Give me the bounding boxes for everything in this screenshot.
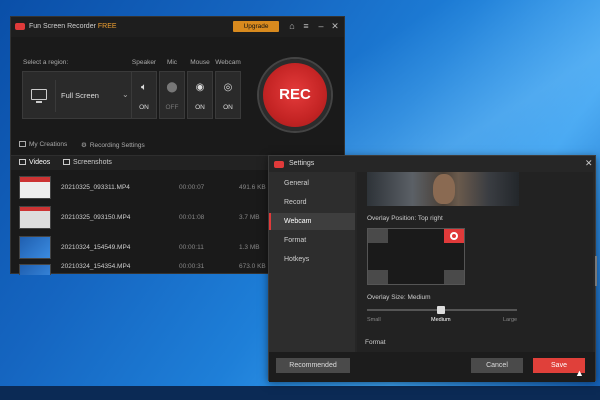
upgrade-button[interactable]: Upgrade: [233, 21, 279, 32]
scrollbar[interactable]: [595, 256, 597, 286]
app-title-suffix: FREE: [97, 23, 117, 30]
webcam-subject: [433, 174, 455, 204]
settings-content: Overlay Position: Top right Overlay Size…: [357, 172, 593, 352]
mic-toggle[interactable]: ⬤ OFF: [159, 71, 185, 119]
file-size: 673.0 KB: [239, 263, 266, 270]
video-thumbnail: [19, 264, 51, 275]
close-icon[interactable]: ✕: [330, 21, 340, 31]
mic-state: OFF: [165, 104, 179, 111]
size-option-medium: Medium: [431, 317, 451, 323]
chevron-down-icon: ⌄: [122, 90, 129, 99]
settings-footer: Recommended Cancel Save: [269, 352, 595, 382]
app-logo-icon: [274, 161, 284, 168]
overlay-size-label: Overlay Size: Medium: [367, 294, 431, 301]
speaker-state: ON: [139, 104, 149, 111]
overlay-position-picker: [367, 228, 465, 285]
file-name: 20210324_154354.MP4: [61, 263, 131, 270]
close-icon[interactable]: ✕: [585, 158, 593, 169]
size-option-small: Small: [367, 317, 381, 323]
image-icon: [63, 159, 70, 165]
record-button[interactable]: REC: [259, 59, 331, 131]
region-selector[interactable]: Full Screen ⌄: [22, 71, 134, 119]
taskbar: [0, 386, 600, 400]
mouse-label: Mouse: [190, 59, 210, 66]
file-name: 20210324_154549.MP4: [61, 244, 131, 251]
video-thumbnail: [19, 206, 51, 229]
title-bar[interactable]: Fun Screen Recorder FREE Upgrade ⌂ ≡ – ✕: [11, 17, 344, 37]
file-size: 3.7 MB: [239, 214, 260, 221]
speaker-label: Speaker: [131, 59, 157, 66]
recording-settings-label: Recording Settings: [89, 142, 145, 149]
screenshots-tab[interactable]: Screenshots: [63, 159, 112, 166]
file-size: 1.3 MB: [239, 244, 260, 251]
nav-item-webcam[interactable]: Webcam: [269, 213, 355, 230]
folder-icon: [19, 141, 26, 147]
speaker-icon: 🔈︎: [141, 82, 147, 93]
file-duration: 00:00:11: [179, 244, 204, 251]
speaker-toggle[interactable]: 🔈︎ ON: [131, 71, 157, 119]
webcam-label: Webcam: [215, 59, 241, 66]
recording-settings-tab[interactable]: ⚙ Recording Settings: [81, 141, 145, 149]
videos-tab[interactable]: Videos: [19, 159, 50, 166]
cancel-button[interactable]: Cancel: [471, 358, 523, 373]
mouse-cursor-icon: ▲: [575, 368, 584, 378]
size-option-large: Large: [503, 317, 518, 323]
file-name: 20210325_093311.MP4: [61, 184, 130, 191]
minimize-icon[interactable]: –: [316, 21, 326, 31]
recommended-button[interactable]: Recommended: [276, 358, 350, 373]
mouse-state: ON: [195, 104, 205, 111]
position-top-left[interactable]: [368, 229, 388, 243]
nav-item-general[interactable]: General: [269, 175, 355, 192]
file-duration: 00:01:08: [179, 214, 205, 221]
mic-label: Mic: [166, 59, 178, 66]
video-thumbnail: [19, 176, 51, 199]
app-title: Fun Screen Recorder FREE: [29, 23, 117, 30]
gear-icon: ⚙: [81, 142, 87, 149]
nav-item-hotkeys[interactable]: Hotkeys: [269, 251, 355, 268]
nav-item-record[interactable]: Record: [269, 194, 355, 211]
mouse-icon: ◉: [195, 82, 205, 93]
webcam-icon: [450, 232, 458, 240]
file-size: 491.6 KB: [239, 184, 266, 191]
mouse-toggle[interactable]: ◉ ON: [187, 71, 213, 119]
my-creations-label: My Creations: [29, 141, 68, 148]
webcam-preview: [367, 172, 519, 206]
webcam-state: ON: [223, 104, 233, 111]
video-icon: [19, 159, 26, 165]
screenshots-label: Screenshots: [73, 159, 112, 166]
format-section-label: Format: [365, 339, 386, 346]
monitor-icon: [31, 89, 47, 103]
webcam-toggle[interactable]: ◎ ON: [215, 71, 241, 119]
file-name: 20210325_093150.MP4: [61, 214, 131, 221]
app-title-text: Fun Screen Recorder: [29, 23, 96, 30]
settings-dialog: Settings ✕ General Record Webcam Format …: [268, 155, 597, 382]
videos-label: Videos: [29, 159, 51, 166]
app-logo-icon: [15, 23, 25, 30]
nav-item-format[interactable]: Format: [269, 232, 355, 249]
file-duration: 00:00:07: [179, 184, 205, 191]
slider-handle[interactable]: [437, 306, 445, 314]
mic-icon: ⬤: [166, 82, 178, 93]
settings-nav: General Record Webcam Format Hotkeys: [269, 172, 355, 352]
menu-icon[interactable]: ≡: [301, 21, 311, 31]
overlay-position-label: Overlay Position: Top right: [367, 215, 443, 222]
region-divider: [55, 80, 56, 112]
file-duration: 00:00:31: [179, 263, 205, 270]
subtabs: My Creations ⚙ Recording Settings: [19, 141, 339, 153]
lock-icon[interactable]: ⌂: [287, 21, 297, 31]
region-label: Select a region:: [23, 59, 69, 66]
position-bottom-left[interactable]: [368, 270, 388, 284]
position-bottom-right[interactable]: [444, 270, 464, 284]
region-value: Full Screen: [61, 91, 99, 100]
position-top-right[interactable]: [444, 229, 464, 243]
settings-title: Settings: [289, 160, 315, 167]
my-creations-tab[interactable]: My Creations: [19, 141, 67, 148]
webcam-icon: ◎: [223, 82, 233, 93]
video-thumbnail: [19, 236, 51, 259]
